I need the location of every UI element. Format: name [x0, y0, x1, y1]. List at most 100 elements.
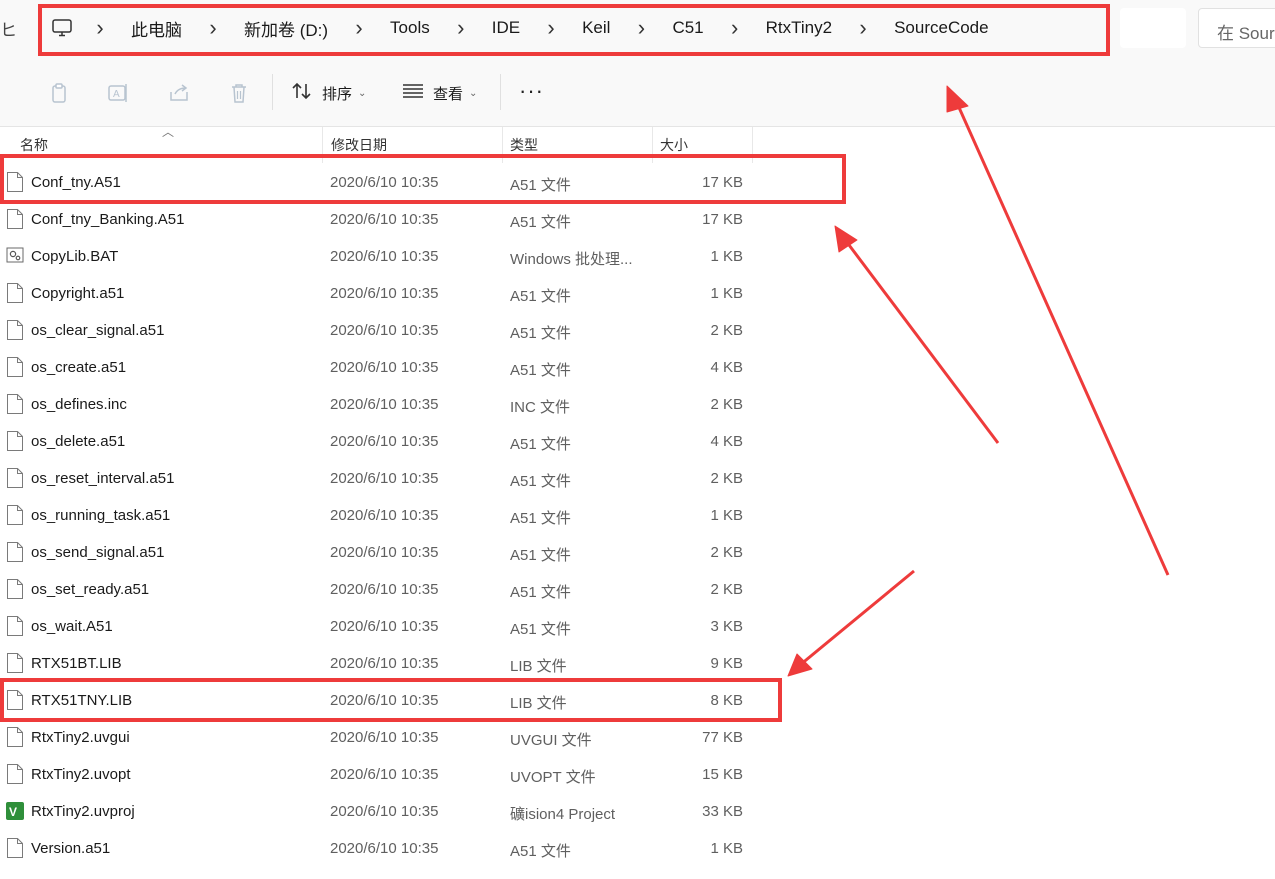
file-type: A51 文件	[510, 214, 571, 231]
cut-icon[interactable]	[0, 82, 10, 104]
breadcrumb-drive-d[interactable]: 新加卷 (D:)	[233, 16, 339, 41]
file-type: A51 文件	[510, 288, 571, 305]
column-divider[interactable]	[322, 127, 323, 163]
share-icon[interactable]	[168, 82, 190, 104]
view-button[interactable]: 查看 ⌄	[402, 80, 477, 106]
rename-icon[interactable]: A	[107, 82, 129, 104]
computer-icon[interactable]	[44, 19, 80, 37]
file-type: UVGUI 文件	[510, 732, 592, 749]
file-row[interactable]: Version.a51 2020/6/10 10:35 A51 文件 1 KB	[0, 830, 800, 867]
file-icon	[6, 430, 24, 452]
column-divider[interactable]	[752, 127, 753, 163]
file-name: RTX51BT.LIB	[31, 655, 122, 672]
file-name: Conf_tny_Banking.A51	[31, 211, 185, 228]
view-label: 查看	[433, 85, 464, 103]
file-icon	[6, 578, 24, 600]
file-row[interactable]: os_wait.A51 2020/6/10 10:35 A51 文件 3 KB	[0, 608, 800, 645]
file-type: Windows 批处理...	[510, 251, 633, 268]
more-options-icon[interactable]: ···	[519, 78, 544, 104]
file-date-modified: 2020/6/10 10:35	[330, 359, 439, 376]
file-size: 4 KB	[710, 433, 743, 450]
file-size: 15 KB	[702, 766, 743, 783]
file-size: 17 KB	[702, 174, 743, 191]
breadcrumb-rtxtiny2[interactable]: RtxTiny2	[755, 18, 843, 38]
delete-icon[interactable]	[228, 82, 250, 104]
breadcrumb: 此电脑 新加卷 (D:) Tools IDE Keil C51 RtxTiny2…	[44, 8, 1000, 48]
command-bar: A 排序 ⌄ 查看 ⌄ ···	[0, 58, 1275, 127]
file-row[interactable]: Copyright.a51 2020/6/10 10:35 A51 文件 1 KB	[0, 275, 800, 312]
file-row[interactable]: RTX51TNY.LIB 2020/6/10 10:35 LIB 文件 8 KB	[0, 682, 800, 719]
breadcrumb-this-pc[interactable]: 此电脑	[120, 16, 193, 41]
file-row[interactable]: CopyLib.BAT 2020/6/10 10:35 Windows 批处理...…	[0, 238, 800, 275]
back-nav-fragment[interactable]: ヒ	[0, 16, 17, 41]
file-size: 2 KB	[710, 544, 743, 561]
file-icon	[6, 208, 24, 230]
file-row[interactable]: RtxTiny2.uvgui 2020/6/10 10:35 UVGUI 文件 77 …	[0, 719, 800, 756]
sort-button[interactable]: 排序 ⌄	[291, 80, 366, 106]
chevron-right-icon[interactable]	[441, 17, 481, 39]
chevron-right-icon[interactable]	[339, 17, 379, 39]
column-type[interactable]: 类型	[510, 135, 538, 155]
file-date-modified: 2020/6/10 10:35	[330, 433, 439, 450]
file-date-modified: 2020/6/10 10:35	[330, 692, 439, 709]
chevron-right-icon[interactable]	[193, 17, 233, 39]
file-size: 9 KB	[710, 655, 743, 672]
file-row[interactable]: os_running_task.a51 2020/6/10 10:35 A51 文件…	[0, 497, 800, 534]
file-row[interactable]: os_delete.a51 2020/6/10 10:35 A51 文件 4 KB	[0, 423, 800, 460]
column-date-modified[interactable]: 修改日期	[331, 135, 387, 155]
file-date-modified: 2020/6/10 10:35	[330, 766, 439, 783]
file-size: 17 KB	[702, 211, 743, 228]
chevron-right-icon[interactable]	[715, 17, 755, 39]
column-size[interactable]: 大小	[660, 135, 688, 155]
file-list: Conf_tny.A51 2020/6/10 10:35 A51 文件 17 KB Co…	[0, 164, 800, 867]
chevron-right-icon[interactable]	[621, 17, 661, 39]
file-row[interactable]: os_defines.inc 2020/6/10 10:35 INC 文件 2 KB	[0, 386, 800, 423]
breadcrumb-c51[interactable]: C51	[661, 18, 714, 38]
column-name[interactable]: 名称	[20, 135, 48, 155]
view-icon	[402, 83, 424, 103]
arrow-to-conf-tny	[844, 240, 1000, 444]
file-type: INC 文件	[510, 399, 571, 416]
file-row[interactable]: os_send_signal.a51 2020/6/10 10:35 A51 文件 2…	[0, 534, 800, 571]
file-row[interactable]: Conf_tny_Banking.A51 2020/6/10 10:35 A51 文…	[0, 201, 800, 238]
file-row[interactable]: os_reset_interval.a51 2020/6/10 10:35 A51 …	[0, 460, 800, 497]
file-size: 4 KB	[710, 359, 743, 376]
file-row[interactable]: Conf_tny.A51 2020/6/10 10:35 A51 文件 17 KB	[0, 164, 800, 201]
address-bar-end-area[interactable]	[1120, 8, 1186, 48]
breadcrumb-ide[interactable]: IDE	[481, 18, 531, 38]
file-date-modified: 2020/6/10 10:35	[330, 174, 439, 191]
file-row[interactable]: V RtxTiny2.uvproj 2020/6/10 10:35 礦ision4 P…	[0, 793, 800, 830]
column-divider[interactable]	[502, 127, 503, 163]
address-bar: ヒ 此电脑 新加卷 (D:) Tools IDE Keil C51 RtxTin…	[0, 0, 1275, 59]
file-date-modified: 2020/6/10 10:35	[330, 396, 439, 413]
file-type: A51 文件	[510, 473, 571, 490]
file-row[interactable]: os_clear_signal.a51 2020/6/10 10:35 A51 文件…	[0, 312, 800, 349]
file-date-modified: 2020/6/10 10:35	[330, 729, 439, 746]
sort-label: 排序	[322, 85, 353, 103]
chevron-down-icon: ⌄	[358, 87, 367, 99]
chevron-right-icon[interactable]	[531, 17, 571, 39]
sort-icon	[291, 81, 313, 105]
file-icon	[6, 282, 24, 304]
file-name: RtxTiny2.uvproj	[31, 803, 135, 820]
file-row[interactable]: RtxTiny2.uvopt 2020/6/10 10:35 UVOPT 文件 15 …	[0, 756, 800, 793]
file-size: 33 KB	[702, 803, 743, 820]
chevron-right-icon[interactable]	[80, 17, 120, 39]
copy-icon[interactable]	[48, 82, 70, 104]
file-name: CopyLib.BAT	[31, 248, 119, 265]
breadcrumb-sourcecode[interactable]: SourceCode	[883, 18, 1000, 38]
breadcrumb-tools[interactable]: Tools	[379, 18, 441, 38]
chevron-right-icon[interactable]	[843, 17, 883, 39]
arrow-to-address-bar	[955, 102, 1170, 576]
file-row[interactable]: os_create.a51 2020/6/10 10:35 A51 文件 4 KB	[0, 349, 800, 386]
file-icon	[6, 319, 24, 341]
column-divider[interactable]	[652, 127, 653, 163]
breadcrumb-keil[interactable]: Keil	[571, 18, 621, 38]
file-size: 2 KB	[710, 581, 743, 598]
file-type: A51 文件	[510, 436, 571, 453]
search-input[interactable]: 在 SourceCode 中搜索	[1198, 8, 1275, 48]
arrow-to-rtx51tny	[799, 569, 915, 667]
file-row[interactable]: os_set_ready.a51 2020/6/10 10:35 A51 文件 2 K…	[0, 571, 800, 608]
file-row[interactable]: RTX51BT.LIB 2020/6/10 10:35 LIB 文件 9 KB	[0, 645, 800, 682]
file-name: os_clear_signal.a51	[31, 322, 165, 339]
